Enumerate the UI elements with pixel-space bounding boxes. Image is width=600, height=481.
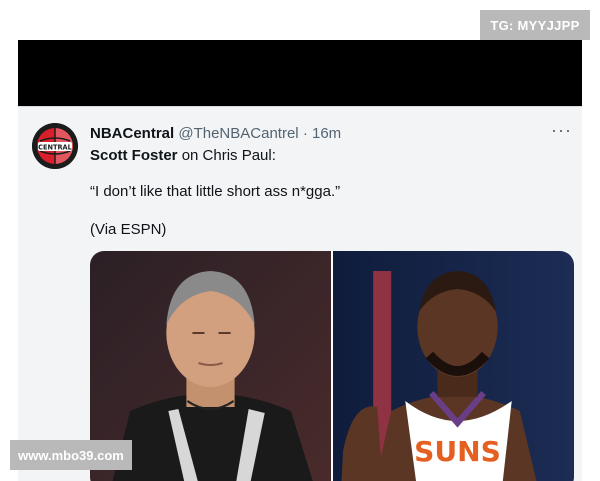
- tweet-quote: “I don’t like that little short ass n*gg…: [90, 183, 341, 200]
- tweet-media[interactable]: SUNS: [90, 251, 574, 481]
- nba-central-logo-icon[interactable]: CENTRAL: [32, 123, 78, 169]
- watermark-bottom: www.mbo39.com: [10, 440, 132, 470]
- avatar-text: CENTRAL: [38, 143, 73, 151]
- watermark-top: TG: MYYJJPP: [480, 10, 590, 40]
- tweet-source: (Via ESPN): [90, 221, 167, 238]
- subject-name: Scott Foster: [90, 147, 178, 164]
- separator-dot: ·: [302, 125, 308, 142]
- more-options-icon[interactable]: ···: [551, 121, 572, 139]
- jersey-text: SUNS: [414, 435, 501, 468]
- tweet-header: NBACentral @TheNBACantrel · 16m: [90, 125, 568, 142]
- timestamp[interactable]: 16m: [312, 125, 341, 142]
- user-handle[interactable]: @TheNBACantrel: [178, 125, 298, 142]
- subject-rest: on Chris Paul:: [181, 147, 276, 164]
- display-name[interactable]: NBACentral: [90, 125, 174, 142]
- tweet-subject-line: Scott Foster on Chris Paul:: [90, 147, 276, 164]
- black-banner: [18, 40, 582, 106]
- tweet-card[interactable]: CENTRAL NBACentral @TheNBACantrel · 16m …: [18, 106, 582, 481]
- player-photo[interactable]: SUNS: [333, 251, 574, 481]
